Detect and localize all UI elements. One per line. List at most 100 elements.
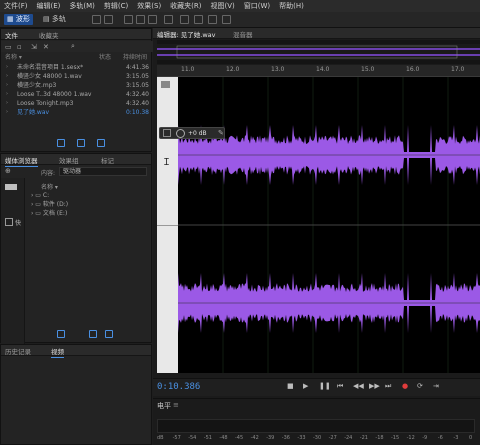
pause-icon[interactable]: ❚❚ bbox=[319, 382, 331, 390]
expand-arrow-icon[interactable]: › bbox=[6, 99, 8, 108]
menu-item-0[interactable]: 文件(F) bbox=[4, 1, 28, 11]
time-selection-tool-icon[interactable] bbox=[164, 15, 173, 24]
open-file-icon[interactable]: ▫ bbox=[17, 43, 22, 51]
channel-toggle-icon[interactable] bbox=[161, 81, 170, 88]
auto-play-icon[interactable] bbox=[97, 139, 105, 147]
level-meter bbox=[157, 419, 475, 433]
time-display[interactable]: 0:10.386 bbox=[157, 382, 200, 392]
menu-item-6[interactable]: 视图(V) bbox=[211, 1, 235, 11]
expand-arrow-icon[interactable]: › bbox=[6, 108, 8, 117]
loop-preview-icon[interactable] bbox=[77, 139, 85, 147]
tab-markers[interactable]: 标记 bbox=[101, 155, 114, 165]
text-cursor-icon: Ｉ bbox=[162, 158, 172, 168]
skip-selection-icon[interactable]: ⇥ bbox=[433, 382, 439, 390]
file-row[interactable]: › 横竖少女 48000 1.wav 3:15.05 bbox=[3, 72, 149, 81]
brush-tool-icon[interactable] bbox=[208, 15, 217, 24]
tab-favorites[interactable]: 收藏夹 bbox=[39, 30, 59, 40]
lasso-tool-icon[interactable] bbox=[194, 15, 203, 24]
waveform-area[interactable] bbox=[178, 77, 480, 373]
content-select[interactable]: 驱动器 bbox=[59, 167, 147, 176]
menu-item-2[interactable]: 多轨(M) bbox=[69, 1, 95, 11]
file-row[interactable]: › Loose Tonight.mp3 4:32.40 bbox=[3, 99, 149, 108]
loop-playback-icon[interactable]: ⟳ bbox=[417, 382, 423, 390]
file-row[interactable]: › 横竖少女.mp3 3:15.05 bbox=[3, 81, 149, 90]
move-tool-icon[interactable] bbox=[124, 15, 133, 24]
toolbar: ▦ 波形 ▤ 多轨 bbox=[0, 12, 480, 28]
col-duration[interactable]: 持续时间 bbox=[123, 53, 147, 62]
play-preview-icon[interactable] bbox=[57, 139, 65, 147]
media-col-name[interactable]: 名称 ▾ bbox=[41, 182, 58, 191]
spot-healing-icon[interactable] bbox=[222, 15, 231, 24]
pin-icon[interactable]: ✎ bbox=[218, 129, 224, 137]
slip-tool-icon[interactable] bbox=[148, 15, 157, 24]
menu-bar: 文件(F) 编辑(E) 多轨(M) 剪辑(C) 效果(S) 收藏夹(R) 视图(V) 窗口(W… bbox=[0, 0, 480, 12]
search-icon[interactable]: ⌕ bbox=[71, 42, 75, 51]
hud-gain-value[interactable]: +0 dB bbox=[188, 130, 207, 137]
level-scale-tick: -51 bbox=[203, 435, 212, 441]
waveform-gutter: Ｉ bbox=[157, 77, 178, 373]
spectral-frequency-icon[interactable] bbox=[92, 15, 101, 24]
waveform-view-button[interactable]: ▦ 波形 bbox=[4, 14, 33, 25]
flag-icon[interactable] bbox=[5, 218, 13, 226]
level-scale-tick: -33 bbox=[297, 435, 306, 441]
overview-waveform bbox=[157, 44, 480, 60]
level-scale-tick: -45 bbox=[235, 435, 244, 441]
time-ruler[interactable]: 11.0 12.0 13.0 14.0 15.0 16.0 17.0 bbox=[157, 65, 480, 77]
expand-arrow-icon[interactable]: › bbox=[6, 72, 8, 81]
level-scale-tick: -36 bbox=[281, 435, 290, 441]
tab-effects-rack[interactable]: 效果组 bbox=[59, 155, 79, 165]
insert-icon[interactable]: ⇲ bbox=[31, 43, 37, 51]
col-status[interactable]: 状态 bbox=[99, 53, 111, 62]
go-to-end-icon[interactable]: ⏭ bbox=[385, 382, 391, 391]
rewind-icon[interactable]: ◀◀ bbox=[353, 382, 364, 390]
overview-strip[interactable] bbox=[157, 40, 480, 64]
media-play-icon[interactable] bbox=[57, 330, 65, 338]
play-icon[interactable]: ▶ bbox=[303, 382, 308, 390]
menu-item-7[interactable]: 窗口(W) bbox=[244, 1, 270, 11]
menu-item-3[interactable]: 剪辑(C) bbox=[104, 1, 128, 11]
col-name[interactable]: 名称 ▾ bbox=[5, 53, 22, 62]
record-icon[interactable]: ● bbox=[402, 382, 408, 390]
razor-tool-icon[interactable] bbox=[136, 15, 145, 24]
file-name: 横竖少女 48000 1.wav bbox=[17, 73, 82, 80]
marquee-tool-icon[interactable] bbox=[180, 15, 189, 24]
expand-arrow-icon[interactable]: › bbox=[6, 63, 8, 72]
stop-icon[interactable]: ■ bbox=[287, 382, 294, 390]
fast-forward-icon[interactable]: ▶▶ bbox=[369, 382, 380, 390]
spectral-pitch-icon[interactable] bbox=[104, 15, 113, 24]
level-scale-tick: -42 bbox=[250, 435, 259, 441]
gain-knob-icon[interactable] bbox=[176, 129, 185, 138]
menu-item-8[interactable]: 帮助(H) bbox=[279, 1, 304, 11]
new-file-icon[interactable]: ▭ bbox=[5, 43, 12, 51]
drive-item[interactable]: › ▭ 文档 (E:) bbox=[31, 209, 67, 218]
ruler-tick-label: 11.0 bbox=[181, 66, 195, 73]
menu-item-1[interactable]: 编辑(E) bbox=[37, 1, 61, 11]
tab-video[interactable]: 视频 bbox=[51, 346, 64, 358]
drive-item[interactable]: › ▭ C: bbox=[31, 191, 49, 200]
shortcut-label: 快 bbox=[15, 220, 22, 227]
file-row[interactable]: › 未命名混音项目 1.sesx* 4:41.36 bbox=[3, 63, 149, 72]
close-file-icon[interactable]: ✕ bbox=[43, 43, 49, 51]
files-panel: 文件 收藏夹 ▭ ▫ ⇲ ✕ ⌕ 名称 ▾ 状态 持续时间 › 未命名混音项目 1… bbox=[0, 28, 153, 152]
expand-arrow-icon[interactable]: › bbox=[6, 90, 8, 99]
levels-menu-icon[interactable]: ≡ bbox=[173, 401, 179, 409]
media-autoplay-icon[interactable] bbox=[105, 330, 113, 338]
multitrack-view-button[interactable]: ▤ 多轨 bbox=[40, 14, 69, 25]
file-row[interactable]: › Loose T..3d 48000 1.wav 4:32.40 bbox=[3, 90, 149, 99]
file-row[interactable]: › 见了她.wav 0:10.38 bbox=[3, 108, 149, 117]
menu-item-4[interactable]: 效果(S) bbox=[137, 1, 161, 11]
level-scale-tick: -39 bbox=[266, 435, 275, 441]
file-duration: 0:10.38 bbox=[125, 109, 149, 116]
media-add-icon[interactable]: ⊕ bbox=[5, 167, 11, 175]
go-to-start-icon[interactable]: ⏮ bbox=[337, 382, 343, 391]
media-toolbar: ⊕ 内容: 驱动器 bbox=[1, 166, 153, 177]
level-scale-tick: 0 bbox=[469, 435, 473, 441]
media-loop-icon[interactable] bbox=[89, 330, 97, 338]
tab-mixer[interactable]: 混音器 bbox=[233, 29, 253, 39]
drive-item[interactable]: › ▭ 软件 (D:) bbox=[31, 200, 68, 209]
menu-item-5[interactable]: 收藏夹(R) bbox=[170, 1, 201, 11]
tab-history[interactable]: 历史记录 bbox=[5, 346, 31, 356]
waveform-svg bbox=[178, 77, 480, 373]
hud-panel[interactable]: +0 dB ✎ bbox=[159, 127, 225, 139]
expand-arrow-icon[interactable]: › bbox=[6, 81, 8, 90]
